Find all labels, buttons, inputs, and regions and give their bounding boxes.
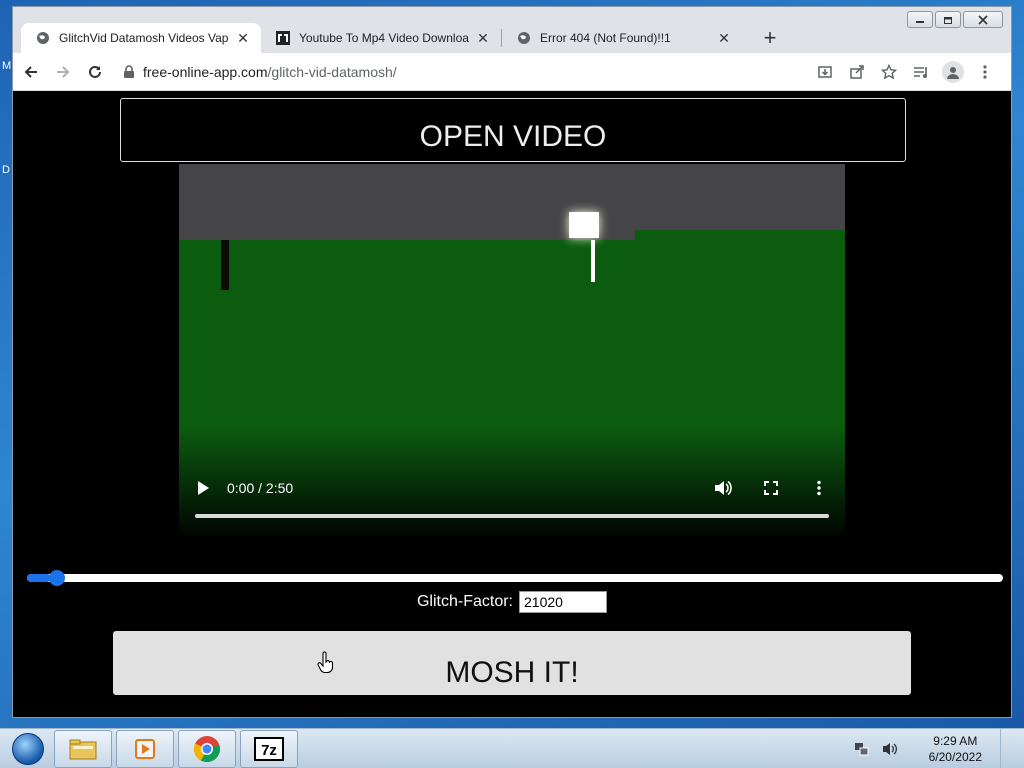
profile-icon bbox=[942, 61, 964, 83]
start-button[interactable] bbox=[6, 730, 50, 768]
desktop-icon-label: D bbox=[2, 164, 10, 176]
tab-error-404[interactable]: Error 404 (Not Found)!!1 ✕ bbox=[502, 23, 742, 53]
back-arrow-icon bbox=[24, 65, 37, 78]
menu-icon[interactable] bbox=[971, 58, 999, 86]
browser-window: GlitchVid Datamosh Videos Vapo ✕ Youtube… bbox=[12, 6, 1012, 718]
profile-button[interactable] bbox=[939, 58, 967, 86]
taskbar-app-file-explorer[interactable] bbox=[54, 729, 112, 768]
forward-button[interactable] bbox=[49, 58, 77, 86]
taskbar-app-7zip[interactable]: 7z bbox=[240, 729, 298, 768]
video-more-button[interactable] bbox=[807, 476, 831, 500]
speaker-icon[interactable] bbox=[881, 740, 899, 758]
volume-button[interactable] bbox=[711, 476, 735, 500]
taskbar-app-chrome[interactable] bbox=[178, 729, 236, 768]
restore-button[interactable] bbox=[935, 11, 961, 28]
globe-icon bbox=[35, 30, 51, 46]
file-explorer-icon bbox=[69, 739, 97, 759]
address-bar[interactable]: free-online-app.com/glitch-vid-datamosh/ bbox=[123, 59, 803, 85]
mosh-it-button[interactable]: MOSH IT! bbox=[113, 631, 911, 695]
desktop-icon-label: M bbox=[2, 60, 12, 72]
url-path: /glitch-vid-datamosh/ bbox=[267, 64, 397, 80]
clock-date: 6/20/2022 bbox=[928, 750, 982, 764]
tab-close-icon[interactable]: ✕ bbox=[475, 30, 491, 46]
tab-close-icon[interactable]: ✕ bbox=[235, 30, 251, 46]
fullscreen-button[interactable] bbox=[759, 476, 783, 500]
clock-time: 9:29 AM bbox=[933, 734, 978, 748]
media-player-icon bbox=[135, 738, 155, 759]
lock-icon[interactable] bbox=[123, 65, 135, 79]
system-tray: 9:29 AM 6/20/2022 bbox=[853, 729, 1012, 768]
glitch-factor-label: Glitch-Factor: bbox=[416, 593, 513, 610]
video-progress-bar[interactable] bbox=[195, 514, 829, 518]
close-window-button[interactable] bbox=[963, 11, 1003, 28]
page-content: OPEN VIDEO 0:00 / 2:50 Glitch-Factor: 21… bbox=[13, 91, 1011, 717]
reload-button[interactable] bbox=[81, 58, 109, 86]
close-icon bbox=[978, 14, 988, 25]
video-frame-sky bbox=[179, 164, 845, 240]
glitch-factor-slider[interactable] bbox=[27, 570, 1003, 586]
browser-toolbar: free-online-app.com/glitch-vid-datamosh/ bbox=[13, 53, 1011, 91]
svg-text:7z: 7z bbox=[261, 742, 277, 759]
tab-glitchvid[interactable]: GlitchVid Datamosh Videos Vapo ✕ bbox=[21, 23, 261, 53]
glitch-factor-input[interactable]: 21020 bbox=[519, 591, 607, 613]
play-button[interactable] bbox=[191, 476, 215, 500]
tab-title: Error 404 (Not Found)!!1 bbox=[540, 31, 671, 45]
tab-close-icon[interactable]: ✕ bbox=[716, 30, 732, 46]
back-button[interactable] bbox=[17, 58, 45, 86]
minimize-icon bbox=[916, 20, 924, 23]
share-icon[interactable] bbox=[843, 58, 871, 86]
tab-youtube-downloader[interactable]: Youtube To Mp4 Video Downloa ✕ bbox=[261, 23, 501, 53]
window-controls bbox=[907, 11, 1003, 28]
forward-arrow-icon bbox=[57, 65, 70, 78]
media-controls-icon[interactable] bbox=[907, 58, 935, 86]
url-host: free-online-app.com bbox=[143, 64, 268, 80]
star-icon[interactable] bbox=[875, 58, 903, 86]
fullscreen-icon bbox=[764, 481, 778, 495]
reload-icon bbox=[89, 65, 101, 78]
new-tab-button[interactable]: + bbox=[756, 24, 784, 52]
yt-downloader-icon bbox=[275, 30, 291, 46]
toolbar-actions bbox=[811, 58, 999, 86]
more-vert-icon bbox=[817, 480, 821, 496]
minimize-button[interactable] bbox=[907, 11, 933, 28]
restore-icon bbox=[944, 16, 952, 24]
7zip-icon: 7z bbox=[254, 736, 284, 761]
tab-strip: GlitchVid Datamosh Videos Vapo ✕ Youtube… bbox=[21, 21, 784, 53]
chrome-icon bbox=[193, 735, 220, 762]
globe-icon bbox=[516, 30, 532, 46]
video-player[interactable]: 0:00 / 2:50 bbox=[179, 164, 845, 536]
glitch-factor-row: Glitch-Factor: 21020 bbox=[13, 590, 1011, 614]
windows-start-icon bbox=[12, 732, 44, 765]
video-time: 0:00 / 2:50 bbox=[227, 480, 294, 496]
tab-title: GlitchVid Datamosh Videos Vapo bbox=[59, 31, 229, 45]
show-desktop-button[interactable] bbox=[1000, 729, 1012, 768]
open-video-button[interactable]: OPEN VIDEO bbox=[120, 98, 906, 162]
taskbar-app-media-player[interactable] bbox=[116, 729, 174, 768]
play-icon bbox=[198, 481, 209, 495]
network-icon[interactable] bbox=[853, 740, 871, 758]
taskbar-clock[interactable]: 9:29 AM 6/20/2022 bbox=[929, 733, 982, 765]
hand-cursor-icon bbox=[317, 651, 334, 674]
taskbar: 7z 9:29 AM 6/20/2022 bbox=[0, 728, 1024, 768]
download-icon[interactable] bbox=[811, 58, 839, 86]
volume-icon bbox=[715, 480, 732, 496]
slider-thumb[interactable] bbox=[49, 570, 66, 586]
tab-title: Youtube To Mp4 Video Downloa bbox=[299, 31, 469, 45]
